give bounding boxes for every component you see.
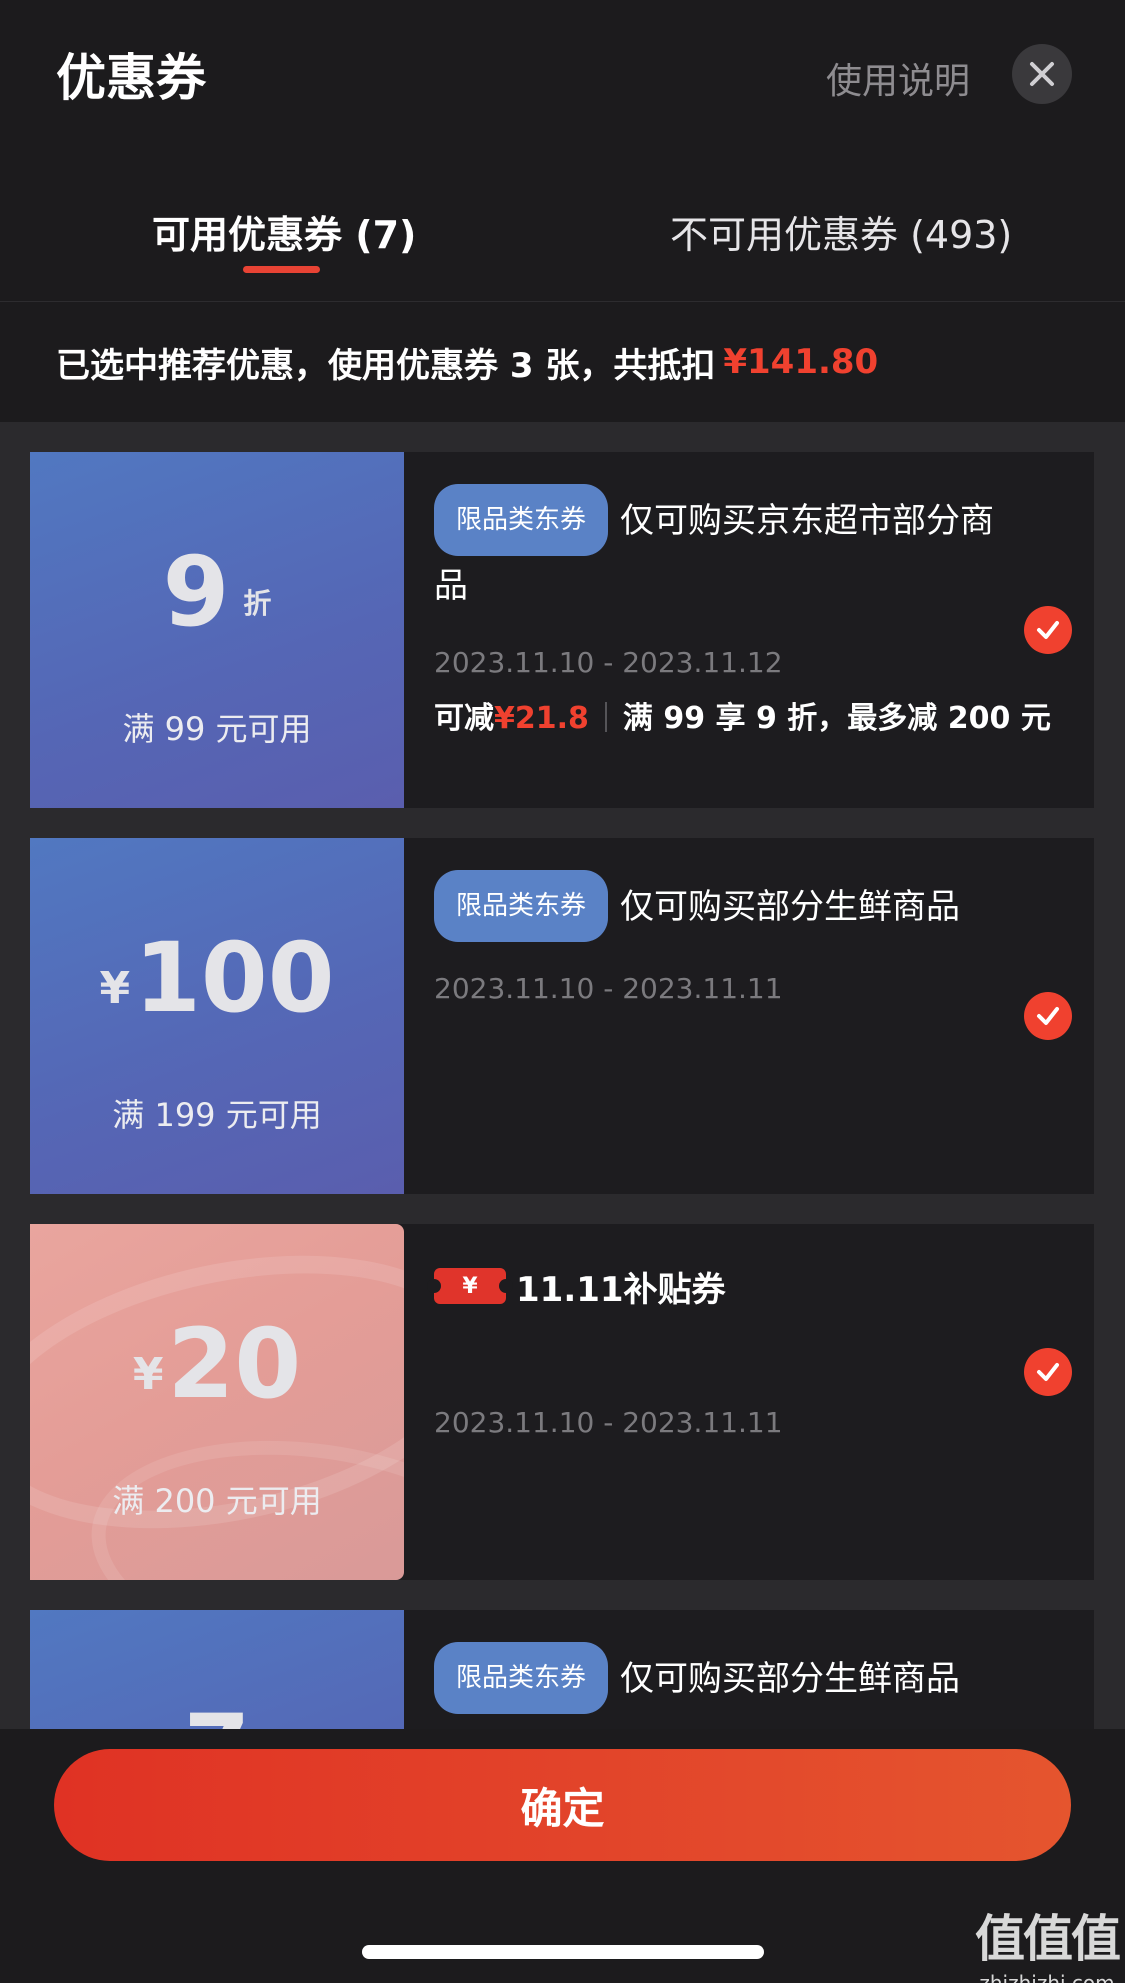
subsidy-tag: ¥ 11.11补贴券 bbox=[427, 1256, 1014, 1316]
active-tab-indicator bbox=[243, 266, 320, 273]
coupon-face-value: 7 bbox=[30, 1690, 404, 1729]
coupon-body: 限品类东券 仅可购买京东超市部分商品 2023.11.10 - 2023.11.1… bbox=[434, 484, 1051, 737]
benefit-prefix: 可减 bbox=[434, 701, 494, 736]
coupon-description: 限品类东券 仅可购买京东超市部分商品 bbox=[434, 484, 1014, 616]
coupon-body: 限品类东券 仅可购买部分生鲜商品 bbox=[434, 1642, 1014, 1714]
benefit-divider bbox=[604, 702, 607, 732]
currency-symbol: ¥ bbox=[132, 1349, 164, 1400]
selection-summary: 已选中推荐优惠，使用优惠券 3 张，共抵扣 ¥141.80 bbox=[0, 302, 1125, 422]
coupon-card[interactable]: 9折 满 99 元可用 限品类东券 仅可购买京东超市部分商品 2023.11.10… bbox=[30, 452, 1094, 808]
benefit-amount: ¥21.8 bbox=[494, 701, 589, 736]
coupon-description: 限品类东券 仅可购买部分生鲜商品 bbox=[434, 870, 1014, 942]
coupon-face: ¥100 满 199 元可用 bbox=[30, 838, 404, 1194]
watermark-logo: 值值值 bbox=[975, 1910, 1121, 1968]
watermark: 值值值 zhizhizhi.com bbox=[972, 1899, 1122, 1983]
tab-available-coupons[interactable]: 可用优惠券 (7) bbox=[152, 204, 416, 259]
discount-unit: 折 bbox=[243, 587, 272, 620]
coupon-body: 限品类东券 仅可购买部分生鲜商品 2023.11.10 - 2023.11.11 bbox=[434, 870, 1014, 1005]
subsidy-tag-text: 11.11补贴券 bbox=[516, 1269, 726, 1310]
amount-value: 100 bbox=[134, 922, 335, 1034]
coupon-tabs: 可用优惠券 (7) 不可用优惠券 (493) bbox=[0, 190, 1125, 302]
coupon-condition: 满 200 元可用 bbox=[112, 1482, 322, 1520]
page-title: 优惠券 bbox=[56, 49, 206, 107]
category-badge: 限品类东券 bbox=[434, 484, 609, 556]
close-icon bbox=[1030, 62, 1054, 86]
coupon-description: 限品类东券 仅可购买部分生鲜商品 bbox=[434, 1642, 1014, 1714]
coupon-condition: 满 99 元可用 bbox=[122, 710, 312, 748]
coupon-validity: 2023.11.10 - 2023.11.11 bbox=[434, 972, 783, 1005]
coupon-face-value: 9折 bbox=[30, 532, 404, 664]
usage-instructions-link[interactable]: 使用说明 bbox=[826, 52, 970, 104]
coupon-face: ¥20 满 200 元可用 bbox=[30, 1224, 404, 1580]
summary-amount: ¥141.80 bbox=[723, 342, 879, 382]
coupon-validity: 2023.11.10 - 2023.11.12 bbox=[434, 646, 783, 679]
coupon-selected-checkbox[interactable] bbox=[1024, 992, 1072, 1040]
coupon-validity: 2023.11.10 - 2023.11.11 bbox=[434, 1406, 783, 1439]
coupon-body: ¥ 11.11补贴券 2023.11.10 - 2023.11.11 bbox=[427, 1256, 1014, 1439]
coupon-face: 9折 满 99 元可用 bbox=[30, 452, 404, 808]
coupon-card[interactable]: 7 限品类东券仅可购买部分生鲜商品 bbox=[30, 1610, 1094, 1729]
coupon-face: 7 bbox=[30, 1610, 404, 1729]
close-button[interactable] bbox=[1012, 44, 1072, 104]
confirm-button[interactable]: 确定 bbox=[54, 1749, 1071, 1861]
coupon-face-value: ¥20 bbox=[30, 1304, 404, 1435]
coupon-card[interactable]: ¥100 满 199 元可用 限品类东券 仅可购买部分生鲜商品 2023.11.1… bbox=[30, 838, 1094, 1194]
amount-value: 20 bbox=[167, 1308, 302, 1420]
checkmark-icon bbox=[1037, 1363, 1059, 1381]
checkmark-icon bbox=[1037, 1007, 1059, 1025]
tab-unavailable-coupons[interactable]: 不可用优惠券 (493) bbox=[670, 204, 1012, 259]
category-badge: 限品类东券 bbox=[434, 870, 609, 942]
benefit-rule: 满 99 享 9 折，最多减 200 元 bbox=[622, 701, 1051, 736]
coupon-scope-text: 仅可购买部分生鲜商品 bbox=[620, 887, 961, 927]
category-badge: 限品类东券 bbox=[434, 1642, 609, 1714]
footer: 确定 值值值 zhizhizhi.com bbox=[0, 1729, 1125, 1983]
coupon-benefit: 可减¥21.8 满 99 享 9 折，最多减 200 元 bbox=[434, 693, 1051, 737]
discount-value: 9 bbox=[162, 536, 230, 648]
header: 优惠券 使用说明 bbox=[0, 0, 1125, 140]
coupon-list[interactable]: 9折 满 99 元可用 限品类东券 仅可购买京东超市部分商品 2023.11.10… bbox=[0, 422, 1125, 1729]
coupon-face-value: ¥100 bbox=[30, 918, 404, 1049]
subsidy-ticket-icon: ¥ bbox=[427, 1268, 513, 1304]
watermark-url: zhizhizhi.com bbox=[979, 1971, 1115, 1983]
coupon-selected-checkbox[interactable] bbox=[1024, 606, 1072, 654]
home-indicator[interactable] bbox=[362, 1945, 764, 1959]
coupon-card[interactable]: ¥20 满 200 元可用 ¥ 11.11补贴券 2023.11.10 - 20… bbox=[30, 1224, 1094, 1580]
checkmark-icon bbox=[1037, 621, 1059, 639]
coupon-selected-checkbox[interactable] bbox=[1024, 1348, 1072, 1396]
coupon-condition: 满 199 元可用 bbox=[112, 1096, 322, 1134]
coupon-scope-text: 仅可购买部分生鲜商品 bbox=[620, 1659, 961, 1699]
currency-symbol: ¥ bbox=[99, 963, 131, 1014]
summary-text: 已选中推荐优惠，使用优惠券 3 张，共抵扣 bbox=[56, 345, 716, 386]
